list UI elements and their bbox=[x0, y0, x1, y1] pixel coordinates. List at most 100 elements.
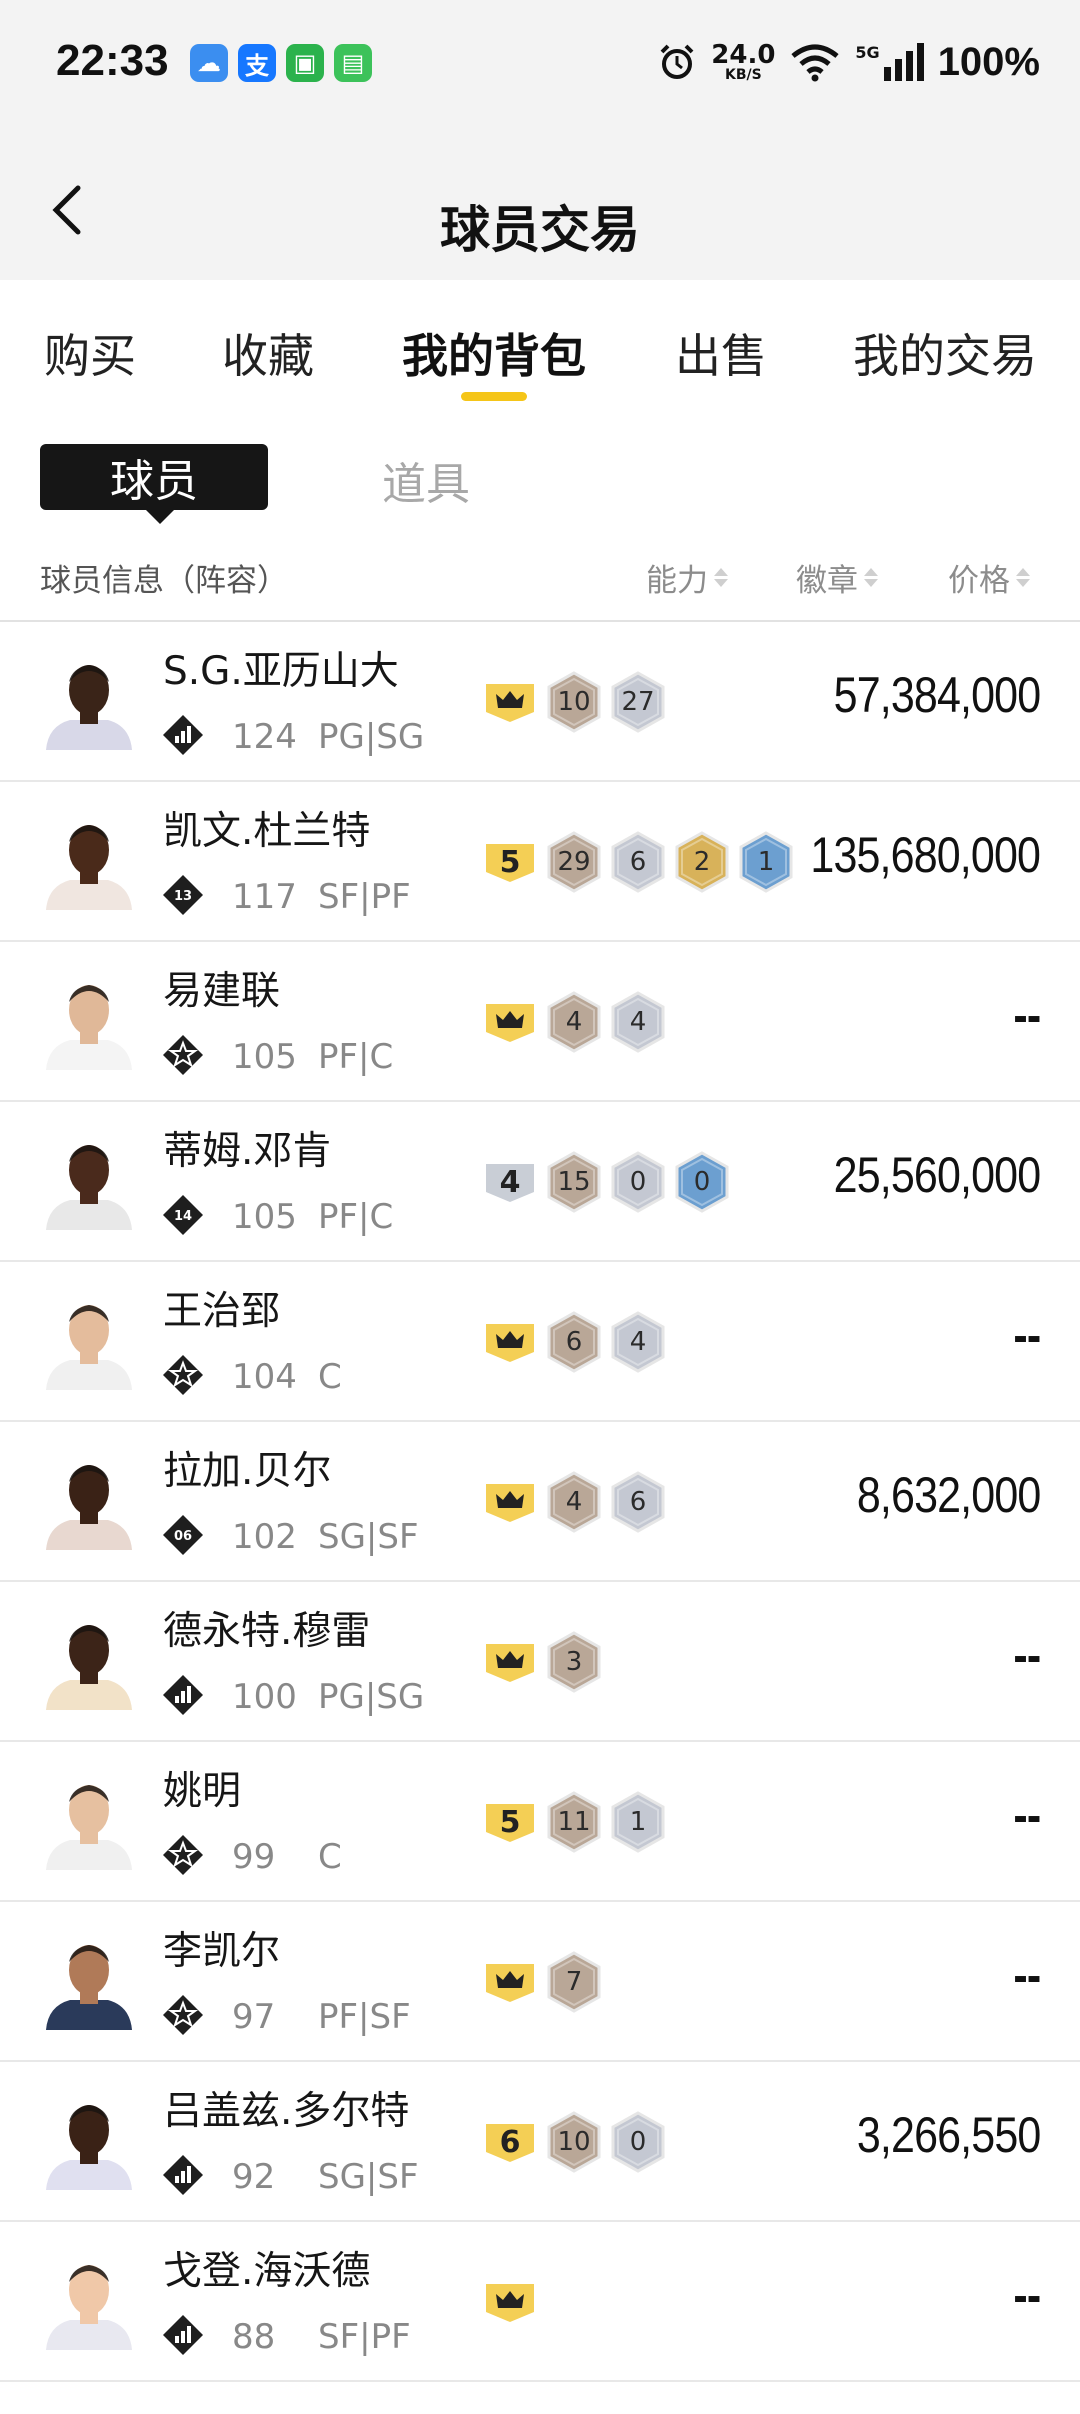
player-row[interactable]: S.G.亚历山大 124 PG|SG 10 27 57,384,000 bbox=[0, 622, 1080, 782]
player-badges: 5 11 1 bbox=[482, 1790, 666, 1854]
player-rating: 99 bbox=[232, 1837, 276, 1877]
player-position: PF|SF bbox=[318, 1997, 411, 2037]
player-position: SG|SF bbox=[318, 2157, 419, 2197]
active-tab-indicator bbox=[461, 392, 527, 401]
player-position: PG|SG bbox=[318, 717, 425, 757]
column-player-info: 球员信息（阵容） bbox=[40, 563, 288, 599]
player-rating: 104 bbox=[232, 1357, 297, 1397]
silver-badge: 0 bbox=[610, 1151, 666, 1213]
player-price: 57,384,000 bbox=[833, 667, 1040, 723]
player-name: S.G.亚历山大 bbox=[163, 649, 399, 694]
player-avatar bbox=[40, 652, 138, 750]
player-name: 蒂姆.邓肯 bbox=[163, 1129, 332, 1174]
bronze-badge: 10 bbox=[546, 671, 602, 733]
status-right: 24.0 KB/S 5G 100% bbox=[657, 34, 1040, 90]
player-name: 凯文.杜兰特 bbox=[163, 809, 371, 854]
tier-level-number: 5 bbox=[499, 1804, 521, 1840]
subtab-items[interactable]: 道具 bbox=[382, 448, 470, 512]
player-position: SF|PF bbox=[318, 2317, 411, 2357]
player-row[interactable]: 戈登.海沃德 88 SF|PF -- bbox=[0, 2222, 1080, 2382]
column-badges-sort[interactable]: 徽章 bbox=[796, 555, 878, 600]
player-row[interactable]: 吕盖兹.多尔特 92 SG|SF 6 10 0 3,266,550 bbox=[0, 2062, 1080, 2222]
battery-level: 100% bbox=[937, 39, 1040, 84]
column-price-label: 价格 bbox=[948, 563, 1010, 599]
badge-count: 6 bbox=[565, 1327, 583, 1357]
tier-level-badge: 5 bbox=[482, 1798, 538, 1846]
column-price-sort[interactable]: 价格 bbox=[948, 555, 1030, 600]
bars-level-icon bbox=[163, 2155, 203, 2195]
player-list: S.G.亚历山大 124 PG|SG 10 27 57,384,000 凯文.杜兰特 13 11… bbox=[0, 622, 1080, 2382]
player-avatar bbox=[40, 1132, 138, 1230]
cellular-signal-icon: 5G bbox=[855, 43, 924, 81]
player-row[interactable]: 凯文.杜兰特 13 117 SF|PF 5 29 6 2 1 135,680,000 bbox=[0, 782, 1080, 942]
tier-level-badge: 6 bbox=[482, 2118, 538, 2166]
badge-count: 1 bbox=[629, 1807, 647, 1837]
star-level-icon bbox=[163, 1035, 203, 1075]
network-speed: 24.0 KB/S bbox=[711, 40, 776, 83]
badge-count: 3 bbox=[565, 1647, 583, 1677]
badge-count: 10 bbox=[557, 687, 591, 717]
player-avatar bbox=[40, 2092, 138, 2190]
badge-count: 27 bbox=[621, 687, 655, 717]
badge-count: 29 bbox=[557, 847, 591, 877]
player-name: 拉加.贝尔 bbox=[163, 1449, 332, 1494]
page-header: 球员交易 bbox=[0, 130, 1080, 280]
subtab-players[interactable]: 球员 bbox=[40, 444, 268, 524]
blue-badge: 1 bbox=[738, 831, 794, 893]
blue-badge: 0 bbox=[674, 1151, 730, 1213]
crown-tier-icon bbox=[482, 2278, 538, 2326]
player-avatar bbox=[40, 972, 138, 1070]
badge-count: 4 bbox=[629, 1327, 647, 1357]
player-rating: 102 bbox=[232, 1517, 297, 1557]
tab-favorites[interactable]: 收藏 bbox=[222, 320, 314, 386]
player-rating: 88 bbox=[232, 2317, 276, 2357]
badge-count: 4 bbox=[565, 1007, 583, 1037]
badge-count: 1 bbox=[757, 847, 775, 877]
badge-count: 6 bbox=[629, 1487, 647, 1517]
player-position: PG|SG bbox=[318, 1677, 425, 1717]
player-avatar bbox=[40, 1452, 138, 1550]
tier-level-number: 4 bbox=[499, 1164, 521, 1200]
player-row[interactable]: 王治郅 104 C 6 4 -- bbox=[0, 1262, 1080, 1422]
player-badges: 64 bbox=[482, 1310, 666, 1374]
badge-count: 10 bbox=[557, 2127, 591, 2157]
player-price: -- bbox=[1013, 1947, 1041, 2003]
sort-arrows-icon bbox=[1016, 568, 1030, 587]
bronze-badge: 3 bbox=[546, 1631, 602, 1693]
bronze-badge: 10 bbox=[546, 2111, 602, 2173]
player-price: 135,680,000 bbox=[810, 827, 1041, 883]
sort-arrows-icon bbox=[864, 568, 878, 587]
bronze-badge: 4 bbox=[546, 991, 602, 1053]
tab-my-backpack[interactable]: 我的背包 bbox=[402, 320, 586, 386]
player-row[interactable]: 拉加.贝尔 06 102 SG|SF 4 6 8,632,000 bbox=[0, 1422, 1080, 1582]
badge-count: 6 bbox=[629, 847, 647, 877]
player-position: C bbox=[318, 1357, 342, 1397]
alipay-app-icon: 支 bbox=[238, 44, 276, 82]
player-price: -- bbox=[1013, 2267, 1041, 2323]
status-time: 22:33 bbox=[56, 36, 169, 85]
tab-sell[interactable]: 出售 bbox=[675, 320, 767, 386]
number-level-icon: 14 bbox=[163, 1195, 203, 1235]
player-row[interactable]: 姚明 99 C 5 11 1 -- bbox=[0, 1742, 1080, 1902]
column-badges-label: 徽章 bbox=[796, 563, 858, 599]
badge-count: 11 bbox=[557, 1807, 591, 1837]
badge-count: 0 bbox=[629, 1167, 647, 1197]
player-position: PF|C bbox=[318, 1037, 394, 1077]
player-row[interactable]: 德永特.穆雷 100 PG|SG 3 -- bbox=[0, 1582, 1080, 1742]
bars-level-icon bbox=[163, 2315, 203, 2355]
column-ability-sort[interactable]: 能力 bbox=[646, 555, 728, 600]
player-row[interactable]: 易建联 105 PF|C 4 4 -- bbox=[0, 942, 1080, 1102]
badge-count: 0 bbox=[629, 2127, 647, 2157]
sort-arrows-icon bbox=[714, 568, 728, 587]
badge-count: 4 bbox=[629, 1007, 647, 1037]
player-row[interactable]: 李凯尔 97 PF|SF 7 -- bbox=[0, 1902, 1080, 2062]
number-level-icon: 13 bbox=[163, 875, 203, 915]
status-bar: 22:33 ☁ 支 ▣ ▤ 24.0 KB/S 5G 100% bbox=[0, 0, 1080, 130]
player-badges: 6 10 0 bbox=[482, 2110, 666, 2174]
tab-my-trades[interactable]: 我的交易 bbox=[853, 320, 1037, 386]
player-rating: 105 bbox=[232, 1197, 297, 1237]
tab-buy[interactable]: 购买 bbox=[44, 320, 136, 386]
player-badges: 7 bbox=[482, 1950, 602, 2014]
player-row[interactable]: 蒂姆.邓肯 14 105 PF|C 4 15 0 0 25,560,000 bbox=[0, 1102, 1080, 1262]
silver-badge: 0 bbox=[610, 2111, 666, 2173]
